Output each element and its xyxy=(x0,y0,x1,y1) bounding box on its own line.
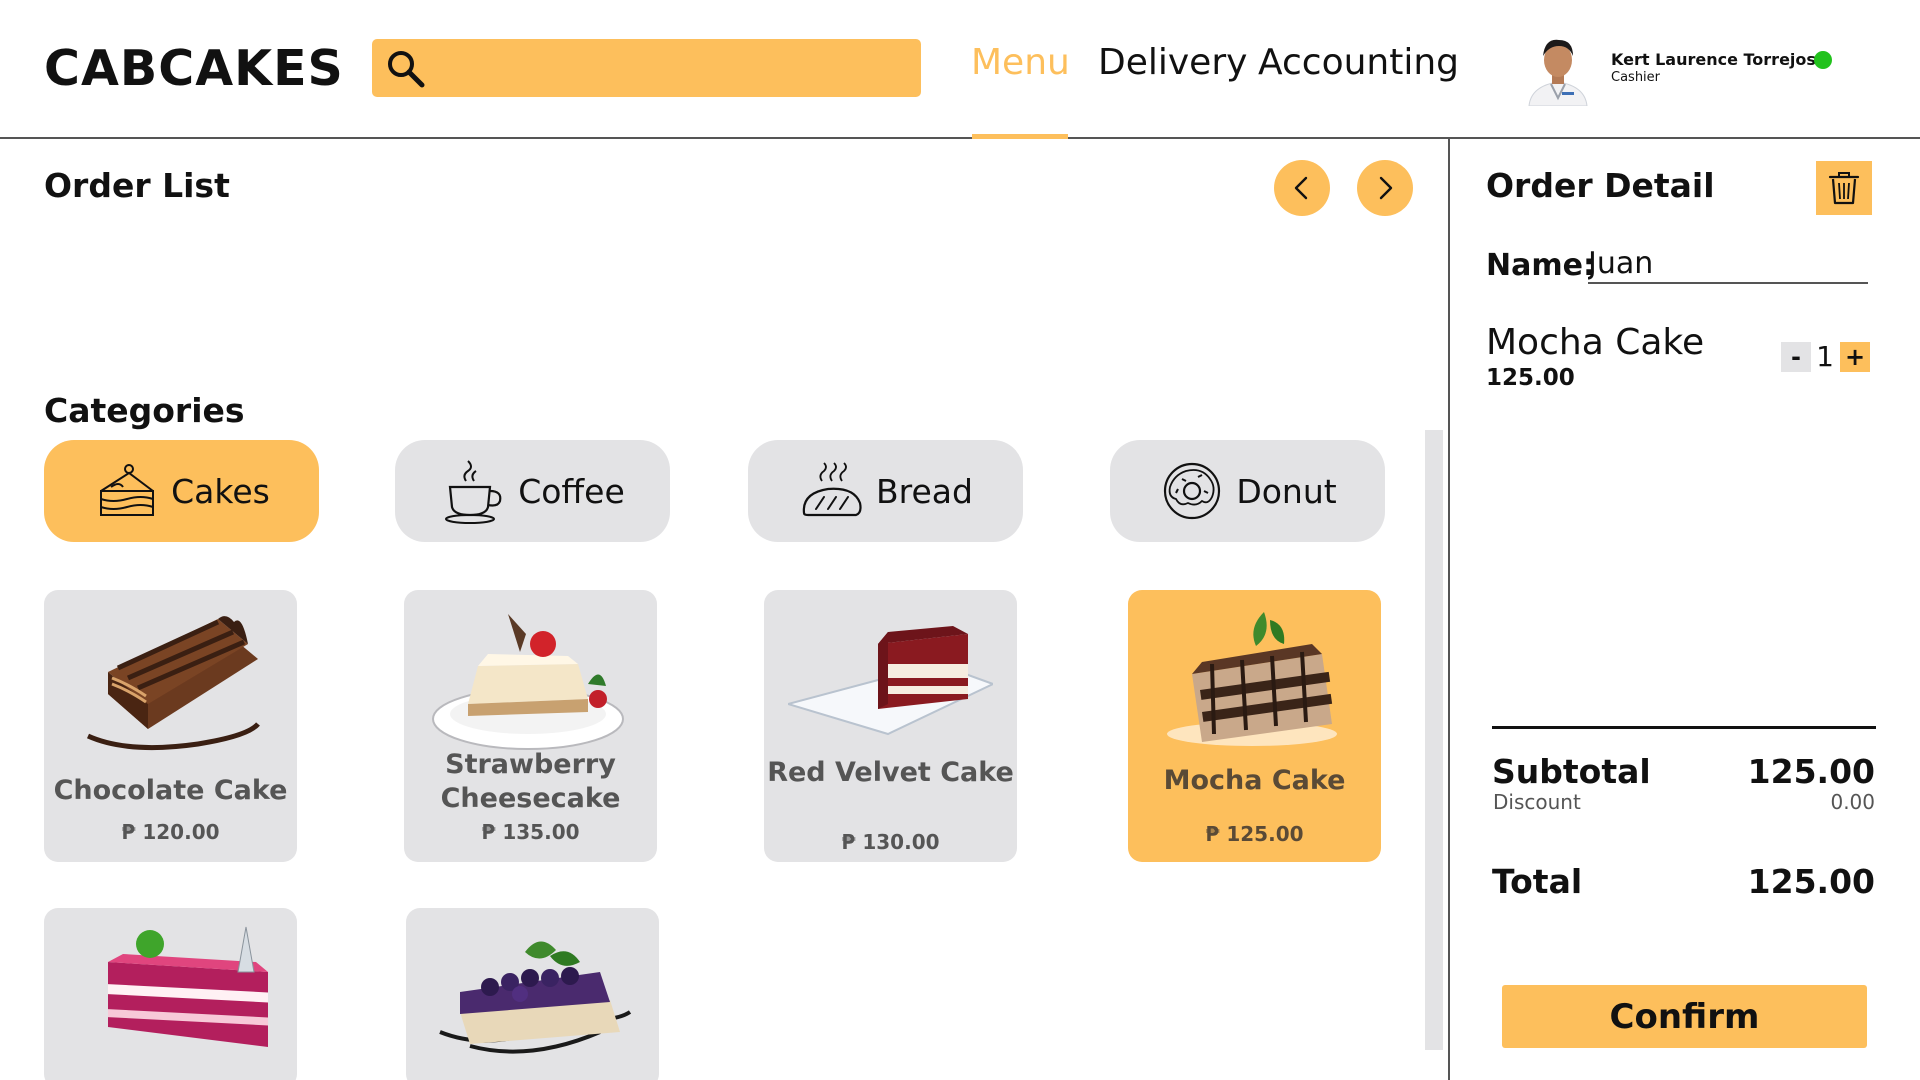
order-item-quantity: 1 xyxy=(1816,340,1834,373)
category-label: Coffee xyxy=(518,471,625,511)
panel-divider xyxy=(1448,139,1450,1080)
discount-label: Discount xyxy=(1493,790,1581,814)
trash-icon xyxy=(1828,172,1860,205)
decrease-quantity-button[interactable]: - xyxy=(1781,342,1811,372)
avatar[interactable] xyxy=(1523,30,1593,106)
product-price: ₱ 125.00 xyxy=(1205,822,1304,846)
customer-name-field[interactable] xyxy=(1588,244,1868,284)
product-card-mocha-cake[interactable]: Mocha Cake ₱ 125.00 xyxy=(1128,590,1381,862)
user-name: Kert Laurence Torrejos xyxy=(1611,50,1816,69)
category-bread[interactable]: Bread xyxy=(748,440,1023,542)
product-price: ₱ 130.00 xyxy=(841,830,940,854)
search-icon[interactable] xyxy=(386,49,426,89)
product-card-blueberry-cake[interactable] xyxy=(406,908,659,1080)
chevron-right-icon xyxy=(1379,176,1393,200)
product-list-scrollbar[interactable] xyxy=(1425,430,1443,1050)
red-velvet-cake-image xyxy=(788,626,993,736)
product-card-chocolate-cake[interactable]: Chocolate Cake ₱ 120.00 xyxy=(44,590,297,862)
product-name-line1: Strawberry xyxy=(445,749,616,780)
next-button[interactable] xyxy=(1357,160,1413,216)
nav-delivery[interactable]: Delivery xyxy=(1098,42,1247,83)
search-input[interactable] xyxy=(442,45,902,91)
bread-icon xyxy=(802,462,862,517)
nav-active-indicator xyxy=(972,134,1068,139)
cake-slice-icon xyxy=(100,464,155,516)
product-name: Mocha Cake xyxy=(1163,765,1346,796)
category-label: Bread xyxy=(876,471,973,511)
category-coffee[interactable]: Coffee xyxy=(395,440,670,542)
category-label: Cakes xyxy=(171,471,270,511)
increase-quantity-button[interactable]: + xyxy=(1840,342,1870,372)
product-name-line2: Cheesecake xyxy=(440,783,621,814)
customer-name-label: Name: xyxy=(1486,248,1595,283)
order-item-price: 125.00 xyxy=(1486,365,1575,391)
search-bar[interactable] xyxy=(372,39,921,97)
category-cakes[interactable]: Cakes xyxy=(44,440,319,542)
order-item-name: Mocha Cake xyxy=(1486,322,1705,363)
total-value: 125.00 xyxy=(1747,862,1875,901)
product-card-strawberry-cheesecake[interactable]: Strawberry Cheesecake ₱ 135.00 xyxy=(404,590,657,862)
product-name: Chocolate Cake xyxy=(53,775,288,806)
top-bar: CABCAKES Menu Delivery Accounting Kert L… xyxy=(0,0,1920,139)
nav-accounting[interactable]: Accounting xyxy=(1258,42,1459,83)
chocolate-cake-image xyxy=(86,616,260,751)
product-price: ₱ 120.00 xyxy=(121,820,220,844)
prev-button[interactable] xyxy=(1274,160,1330,216)
product-card-layer-cake[interactable] xyxy=(44,908,297,1080)
donut-icon xyxy=(1164,462,1221,520)
blueberry-cake-image xyxy=(439,941,632,1054)
product-price: ₱ 135.00 xyxy=(481,820,580,844)
order-detail-title: Order Detail xyxy=(1486,166,1715,205)
category-donut[interactable]: Donut xyxy=(1110,440,1385,542)
subtotal-label: Subtotal xyxy=(1492,752,1651,791)
user-role: Cashier xyxy=(1611,70,1661,85)
discount-value: 0.00 xyxy=(1830,790,1875,814)
subtotal-value: 125.00 xyxy=(1747,752,1875,791)
confirm-button[interactable]: Confirm xyxy=(1502,985,1867,1048)
chevron-left-icon xyxy=(1294,176,1308,200)
mocha-cake-image xyxy=(1167,612,1337,746)
categories-title: Categories xyxy=(44,391,245,430)
total-label: Total xyxy=(1492,862,1583,901)
order-list-title: Order List xyxy=(44,166,230,205)
category-label: Donut xyxy=(1236,471,1337,511)
product-name: Red Velvet Cake xyxy=(767,757,1014,788)
online-status-indicator xyxy=(1814,51,1832,69)
brand-logo: CABCAKES xyxy=(44,40,344,97)
product-card-red-velvet-cake[interactable]: Red Velvet Cake ₱ 130.00 xyxy=(764,590,1017,862)
layer-cake-image xyxy=(108,926,268,1047)
coffee-cup-icon xyxy=(445,460,502,524)
clear-order-button[interactable] xyxy=(1816,161,1872,215)
nav-menu[interactable]: Menu xyxy=(971,42,1070,83)
strawberry-cheesecake-image xyxy=(432,614,624,750)
summary-divider xyxy=(1492,726,1876,729)
